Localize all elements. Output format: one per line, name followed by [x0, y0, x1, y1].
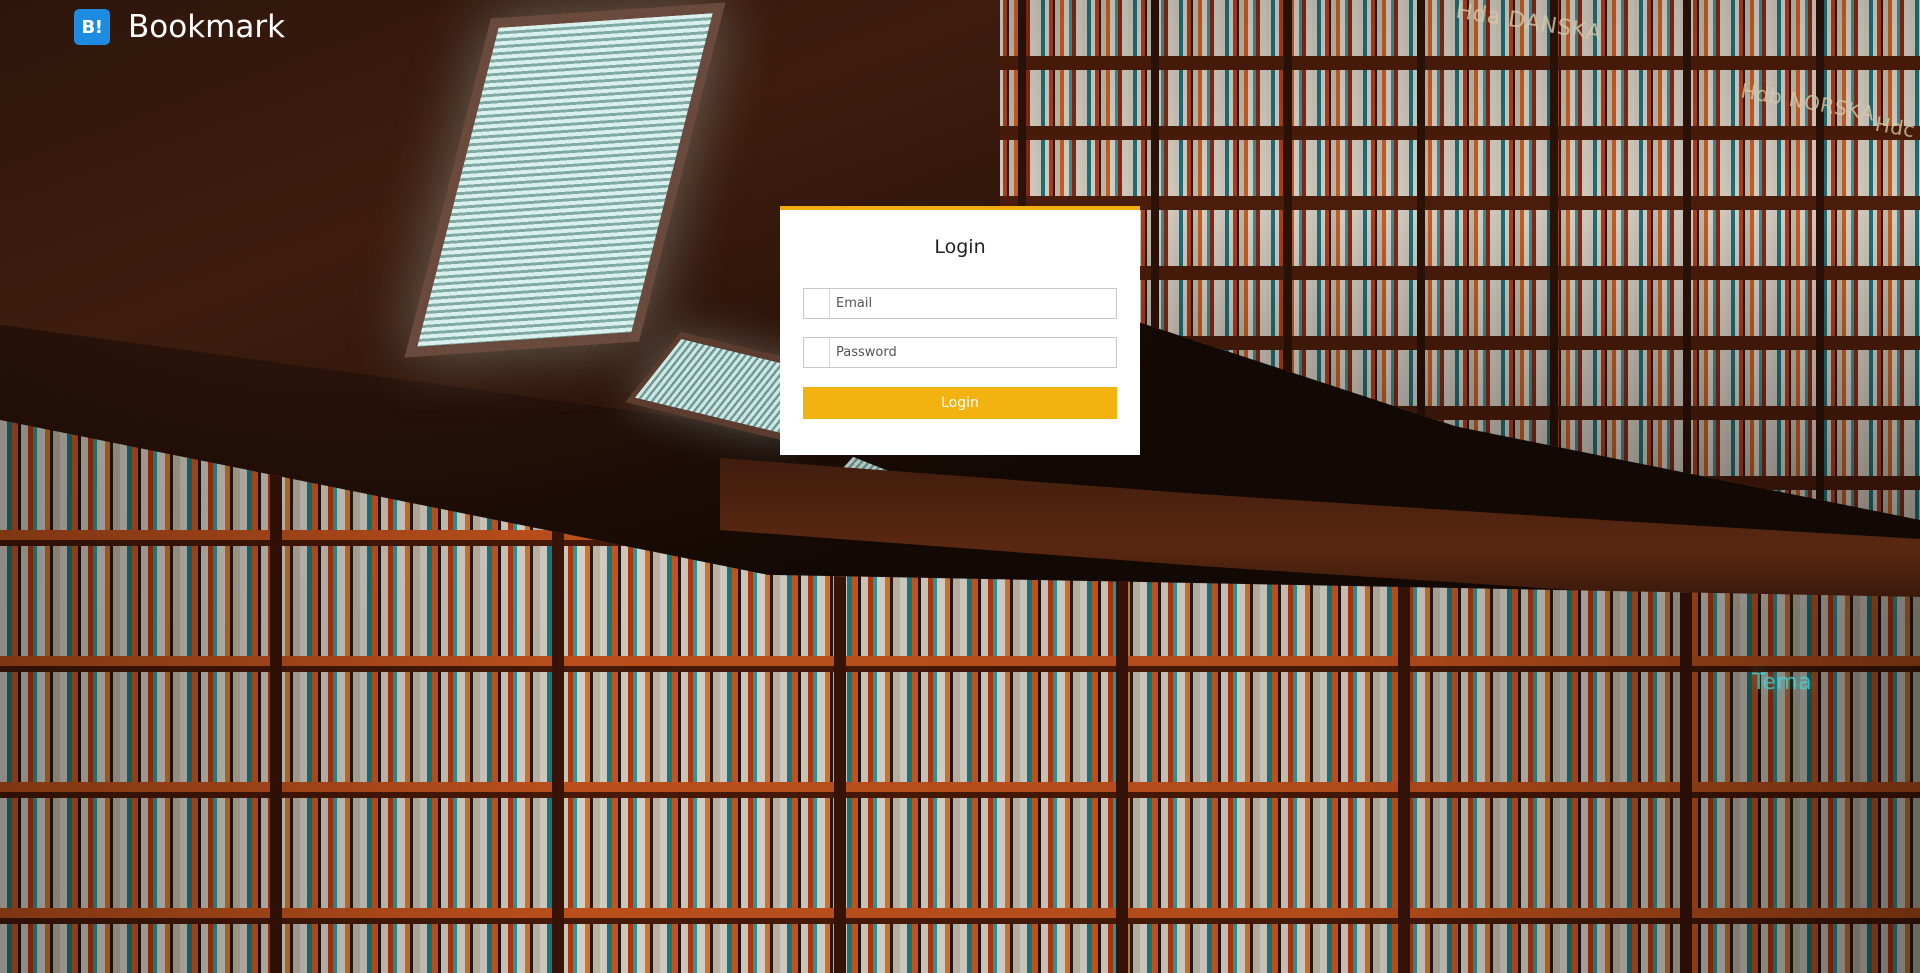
brand-header[interactable]: B! Bookmark [74, 9, 285, 45]
shelf-sign: Tema [1752, 670, 1813, 695]
email-field[interactable] [803, 288, 1117, 319]
login-button[interactable]: Login [803, 387, 1117, 419]
email-input[interactable] [830, 289, 1116, 318]
login-title: Login [934, 236, 986, 258]
password-input[interactable] [830, 338, 1116, 367]
background-image: Hda DANSKA Hdb NORSKA Hdc Tema [0, 0, 1920, 973]
envelope-icon [804, 289, 830, 318]
bookmark-logo-icon[interactable]: B! [74, 9, 110, 45]
page: Hda DANSKA Hdb NORSKA Hdc Tema B! Bookma… [0, 0, 1920, 973]
app-title[interactable]: Bookmark [128, 9, 285, 45]
login-card: Login Login [780, 206, 1140, 455]
password-field[interactable] [803, 337, 1117, 368]
lock-icon [804, 338, 830, 367]
